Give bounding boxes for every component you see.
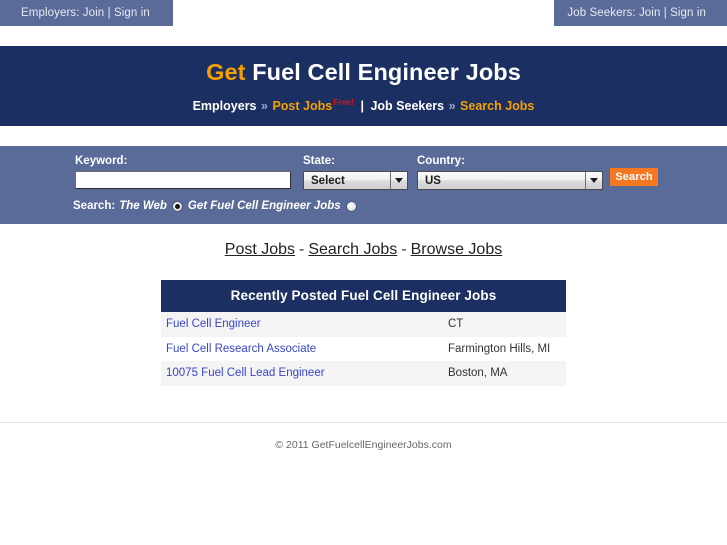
scope-site-label: Get Fuel Cell Engineer Jobs [187, 200, 341, 212]
nav-browse-jobs-link[interactable]: Browse Jobs [411, 241, 503, 258]
job-title-link[interactable]: Fuel Cell Engineer [166, 318, 261, 330]
title-rest: Fuel Cell Engineer Jobs [245, 59, 521, 85]
scope-web-label: The Web [119, 200, 167, 212]
title-accent-word: Get [206, 59, 246, 85]
search-scope-label: Search: [73, 200, 116, 212]
subnav-post-jobs-link[interactable]: Post Jobs [272, 99, 332, 113]
footer-divider [0, 422, 727, 423]
table-row: Fuel Cell Research Associate Farmington … [161, 336, 566, 361]
page-title: Get Fuel Cell Engineer Jobs [0, 46, 727, 86]
nav-search-jobs-link[interactable]: Search Jobs [308, 241, 397, 258]
site-banner: Get Fuel Cell Engineer Jobs Employers » … [0, 46, 727, 126]
job-title-link[interactable]: Fuel Cell Research Associate [166, 343, 316, 355]
scope-web-radio[interactable] [171, 200, 183, 212]
employers-utility-text[interactable]: Employers: Join | Sign in [21, 7, 150, 19]
nav-separator-1: - [299, 241, 305, 258]
subnav-search-jobs-link[interactable]: Search Jobs [460, 99, 534, 113]
job-location-cell: Boston, MA [448, 367, 508, 380]
recent-jobs-heading: Recently Posted Fuel Cell Engineer Jobs [161, 280, 566, 312]
recent-jobs-table: Recently Posted Fuel Cell Engineer Jobs … [161, 280, 566, 386]
nav-post-jobs-link[interactable]: Post Jobs [225, 241, 295, 258]
country-label: Country: [417, 155, 465, 167]
keyword-input[interactable] [75, 171, 291, 189]
employers-utility-bar: Employers: Join | Sign in [0, 0, 173, 26]
table-row: 10075 Fuel Cell Lead Engineer Boston, MA [161, 361, 566, 386]
state-label: State: [303, 155, 335, 167]
chevron-down-icon-2[interactable] [585, 172, 602, 189]
free-badge: Free! [333, 96, 354, 107]
job-title-link[interactable]: 10075 Fuel Cell Lead Engineer [166, 367, 325, 379]
job-location-cell: Farmington Hills, MI [448, 342, 551, 355]
search-scope-row: Search: The Web Get Fuel Cell Engineer J… [73, 200, 358, 212]
country-select[interactable]: US [417, 171, 603, 190]
subnav-employers-label: Employers [192, 99, 257, 113]
banner-subnav: Employers » Post JobsFree! | Job Seekers… [0, 86, 727, 114]
scope-site-radio[interactable] [345, 200, 357, 212]
job-title-cell: Fuel Cell Research Associate [161, 343, 448, 355]
nav-separator-2: - [401, 241, 407, 258]
primary-nav-links: Post Jobs - Search Jobs - Browse Jobs [0, 241, 727, 259]
job-location-cell: CT [448, 318, 464, 331]
chevron-right-icon: » [261, 99, 268, 113]
subnav-job-seekers-label: Job Seekers [370, 99, 445, 113]
jobseekers-utility-text[interactable]: Job Seekers: Join | Sign in [567, 7, 706, 19]
job-title-cell: Fuel Cell Engineer [161, 318, 448, 330]
subnav-separator: | [360, 99, 364, 113]
jobseekers-utility-bar: Job Seekers: Join | Sign in [554, 0, 727, 26]
country-select-value: US [425, 174, 441, 187]
search-button[interactable]: Search [610, 168, 658, 186]
footer-copyright: © 2011 GetFuelcellEngineerJobs.com [275, 439, 452, 451]
state-select-value: Select [311, 174, 345, 187]
table-row: Fuel Cell Engineer CT [161, 312, 566, 337]
job-title-cell: 10075 Fuel Cell Lead Engineer [161, 367, 448, 379]
chevron-right-icon-2: » [448, 99, 456, 113]
chevron-down-icon[interactable] [390, 172, 407, 189]
state-select[interactable]: Select [303, 171, 408, 190]
keyword-label: Keyword: [75, 155, 128, 167]
